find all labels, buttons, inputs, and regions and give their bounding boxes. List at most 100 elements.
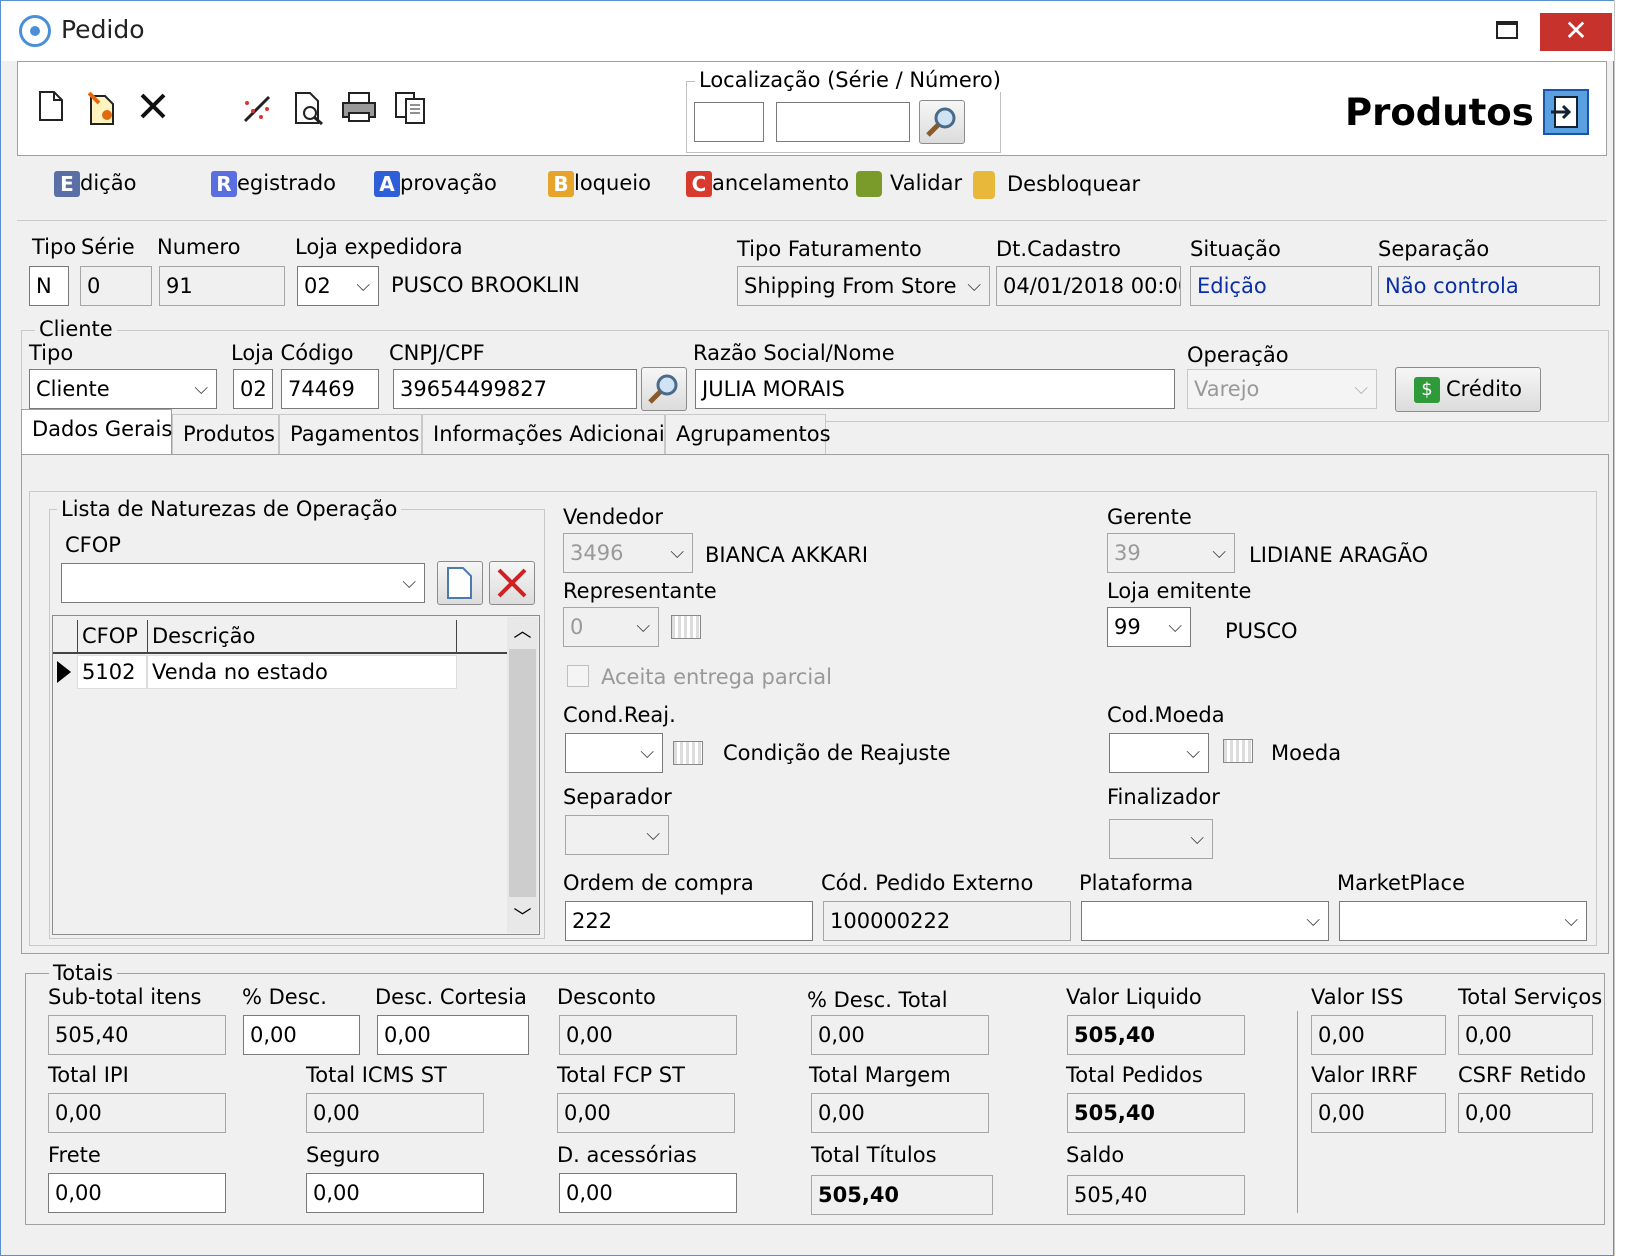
- cod-pedido-externo-input[interactable]: 100000222: [823, 901, 1071, 941]
- desbloquear-button[interactable]: Desbloquear: [973, 171, 1140, 199]
- table-row-descricao[interactable]: Venda no estado: [147, 655, 457, 689]
- credito-label: Crédito: [1445, 377, 1522, 401]
- tab-pagamentos[interactable]: Pagamentos: [279, 414, 422, 454]
- tab-agrupamentos[interactable]: Agrupamentos: [665, 414, 831, 454]
- exit-icon[interactable]: [1543, 89, 1589, 135]
- chevron-down-icon: ⌵: [194, 378, 208, 399]
- desconto-label: Desconto: [557, 985, 656, 1009]
- status-bloqueio[interactable]: Bloqueio: [548, 171, 651, 197]
- frete-label: Frete: [48, 1143, 101, 1167]
- grid-header-descricao[interactable]: Descrição: [147, 620, 457, 654]
- cliente-legend: Cliente: [35, 317, 117, 341]
- wand-icon[interactable]: [237, 91, 277, 131]
- numero-input[interactable]: 91: [159, 266, 285, 306]
- tab-dados-gerais[interactable]: Dados Gerais: [21, 409, 172, 455]
- title-bar: Pedido ✕: [1, 1, 1615, 61]
- representante-label: Representante: [563, 579, 717, 603]
- tipo-input[interactable]: N: [29, 266, 69, 306]
- cfop-select[interactable]: ⌵: [61, 563, 425, 603]
- operacao-label: Operação: [1187, 343, 1289, 367]
- totais-legend: Totais: [49, 961, 117, 985]
- plataforma-select[interactable]: ⌵: [1081, 901, 1329, 941]
- status-aprovacao[interactable]: Aprovação: [374, 171, 497, 197]
- copy-icon[interactable]: [391, 91, 431, 131]
- dt-cadastro-label: Dt.Cadastro: [996, 237, 1122, 261]
- status-registrado[interactable]: Registrado: [211, 171, 336, 197]
- status-edicao[interactable]: Edição: [54, 171, 136, 197]
- vendedor-code: 3496: [570, 541, 624, 565]
- dt-cadastro-input[interactable]: 04/01/2018 00:00: [996, 266, 1181, 306]
- credito-button[interactable]: $ Crédito: [1395, 367, 1541, 412]
- edit-document-icon[interactable]: [83, 91, 123, 131]
- cliente-codigo-input[interactable]: 74469: [281, 369, 379, 409]
- print-icon[interactable]: [339, 91, 379, 131]
- grid-scrollbar[interactable]: ︿ ﹀: [507, 617, 538, 933]
- maximize-button[interactable]: [1496, 21, 1518, 39]
- serie-input[interactable]: 0: [80, 266, 152, 306]
- preview-icon[interactable]: [289, 91, 329, 131]
- csrf-retido-input: 0,00: [1458, 1093, 1593, 1133]
- pdesc-input[interactable]: 0,00: [243, 1015, 360, 1055]
- remove-cfop-button[interactable]: [489, 561, 535, 605]
- tipo-faturamento-label: Tipo Faturamento: [737, 237, 922, 261]
- frete-input[interactable]: 0,00: [48, 1173, 226, 1213]
- valor-liquido-input: 505,40: [1067, 1015, 1245, 1055]
- cond-reaj-select[interactable]: ⌵: [565, 733, 663, 773]
- finalizador-select[interactable]: ⌵: [1109, 819, 1213, 859]
- aceita-entrega-label: Aceita entrega parcial: [601, 665, 832, 689]
- cnpj-search-button[interactable]: [641, 367, 687, 411]
- loja-emitente-label: Loja emitente: [1107, 579, 1252, 603]
- razao-label: Razão Social/Nome: [693, 341, 895, 365]
- search-icon: [926, 107, 956, 137]
- serie-label: Série: [81, 235, 135, 259]
- d-acessorias-input[interactable]: 0,00: [559, 1173, 737, 1213]
- total-servicos-input: 0,00: [1458, 1015, 1593, 1055]
- cnpj-input[interactable]: 39654499827: [393, 369, 637, 409]
- representante-select[interactable]: 0 ⌵: [563, 607, 659, 647]
- seguro-label: Seguro: [306, 1143, 380, 1167]
- localizar-button[interactable]: [919, 100, 965, 144]
- valor-iss-label: Valor ISS: [1311, 985, 1404, 1009]
- loja-emitente-select[interactable]: 99 ⌵: [1107, 607, 1191, 647]
- cond-reaj-lookup-icon[interactable]: [673, 741, 703, 765]
- separador-select[interactable]: ⌵: [565, 815, 669, 855]
- moeda-lookup-icon[interactable]: [1223, 739, 1253, 763]
- scroll-down-icon[interactable]: ﹀: [507, 903, 538, 933]
- grid-header-cfop[interactable]: CFOP: [77, 620, 147, 654]
- validar-button[interactable]: Validar: [856, 171, 962, 197]
- total-margem-input: 0,00: [811, 1093, 989, 1133]
- localizacao-numero-input[interactable]: [776, 102, 910, 142]
- loja-emitente-code: 99: [1114, 615, 1141, 639]
- cod-moeda-select[interactable]: ⌵: [1109, 733, 1209, 773]
- seguro-input[interactable]: 0,00: [306, 1173, 484, 1213]
- new-document-icon[interactable]: [31, 91, 71, 131]
- status-edicao-label: dição: [80, 171, 137, 195]
- scroll-up-icon[interactable]: ︿: [507, 617, 538, 647]
- total-servicos-label: Total Serviços: [1458, 985, 1603, 1009]
- status-bloqueio-label: loqueio: [574, 171, 651, 195]
- tipo-faturamento-select[interactable]: Shipping From Store ⌵: [737, 266, 990, 306]
- localizacao-serie-input[interactable]: [694, 102, 764, 142]
- vendedor-select[interactable]: 3496 ⌵: [563, 533, 693, 573]
- cliente-loja-input[interactable]: 02: [233, 369, 273, 409]
- razao-input[interactable]: JULIA MORAIS: [695, 369, 1175, 409]
- desc-cortesia-input[interactable]: 0,00: [377, 1015, 529, 1055]
- delete-icon[interactable]: [133, 91, 173, 131]
- loja-expedidora-select[interactable]: 02 ⌵: [297, 266, 379, 306]
- status-cancelamento[interactable]: Cancelamento: [686, 171, 849, 197]
- chevron-down-icon: ⌵: [356, 275, 370, 296]
- aceita-entrega-checkbox[interactable]: [567, 665, 589, 687]
- tab-informacoes-adicionais[interactable]: Informações Adicionais: [422, 414, 676, 454]
- cliente-tipo-select[interactable]: Cliente ⌵: [29, 369, 217, 409]
- tab-produtos[interactable]: Produtos: [172, 414, 279, 454]
- representante-lookup-icon[interactable]: [671, 615, 701, 639]
- close-button[interactable]: ✕: [1540, 13, 1612, 51]
- table-row-cfop[interactable]: 5102: [77, 655, 147, 689]
- gerente-select[interactable]: 39 ⌵: [1107, 533, 1235, 573]
- ordem-compra-input[interactable]: 222: [565, 901, 813, 941]
- total-icms-st-input: 0,00: [306, 1093, 484, 1133]
- tipo-label: Tipo: [32, 235, 77, 259]
- scroll-thumb[interactable]: [509, 649, 536, 897]
- add-cfop-button[interactable]: [437, 561, 483, 605]
- marketplace-select[interactable]: ⌵: [1339, 901, 1587, 941]
